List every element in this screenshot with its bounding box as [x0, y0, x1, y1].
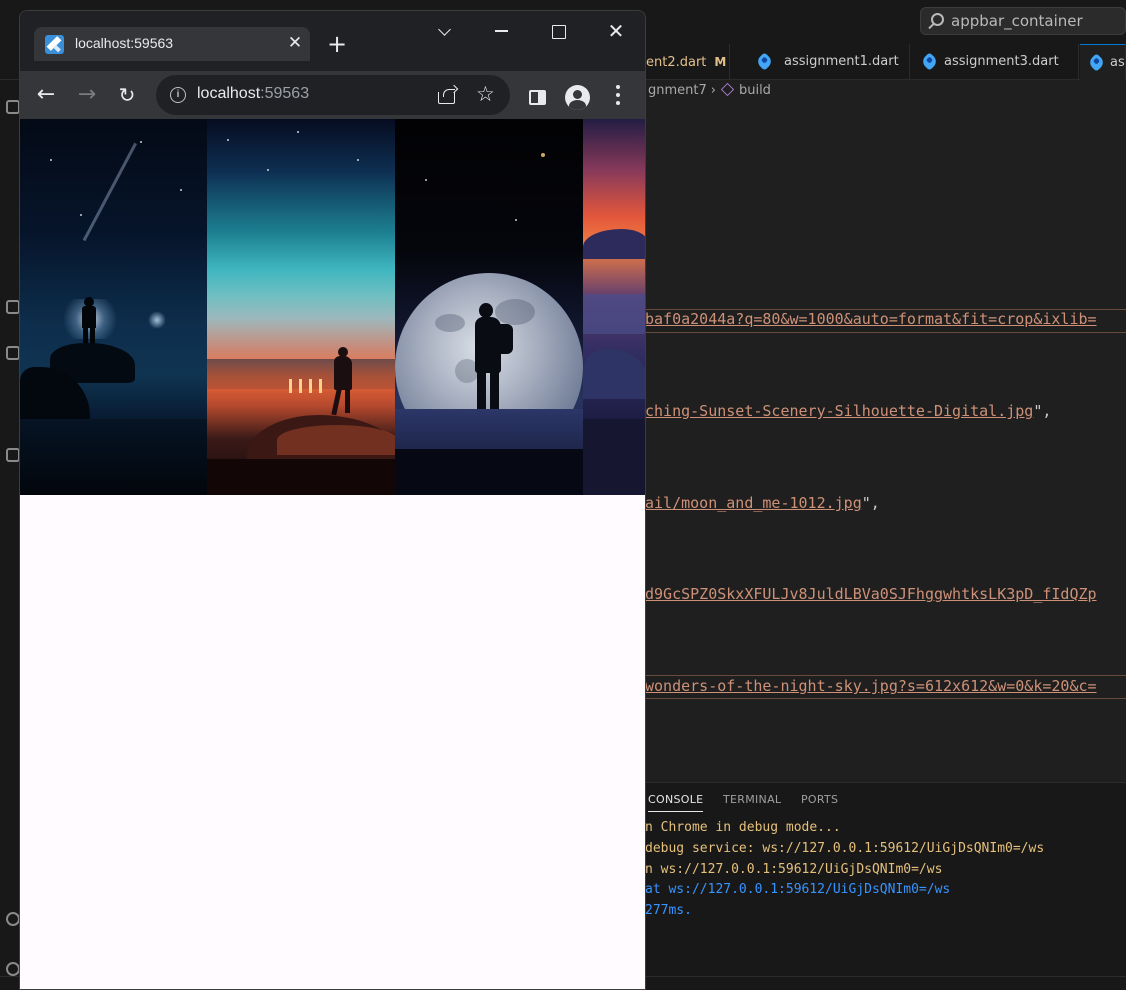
- code-punct: ",: [861, 494, 880, 512]
- tab-label: assignment3.dart: [944, 54, 1059, 69]
- new-tab-button[interactable]: +: [323, 31, 351, 59]
- code-punct: ",: [1033, 402, 1052, 420]
- back-button[interactable]: ←: [31, 80, 61, 110]
- code-string: wonders-of-the-night-sky.jpg?s=612x612&w…: [645, 677, 1097, 695]
- code-line: baf0a2044a?q=80&w=1000&auto=format&fit=c…: [645, 310, 1097, 328]
- account-icon[interactable]: [6, 912, 20, 926]
- method-icon: [720, 82, 735, 97]
- maximize-button[interactable]: [540, 17, 576, 45]
- chevron-down-icon[interactable]: [433, 20, 457, 44]
- settings-gear-icon[interactable]: [6, 962, 20, 976]
- url-port: :59563: [260, 85, 310, 102]
- chevron-right-icon: ›: [710, 83, 716, 98]
- tab-label: assignment1.dart: [784, 54, 899, 69]
- dart-file-icon: [755, 52, 774, 71]
- dart-file-icon: [920, 52, 939, 71]
- side-panel-icon[interactable]: [529, 90, 546, 105]
- more-menu-icon[interactable]: [615, 85, 621, 107]
- console-line: n ws://127.0.0.1:59612/UiGjDsQNIm0=/ws: [645, 862, 943, 877]
- url-host: localhost: [197, 85, 261, 102]
- explorer-icon[interactable]: [6, 100, 20, 114]
- code-line: d9GcSPZ0SkxXFULJv8JuldLBVa0SJFhggwhtksLK…: [645, 585, 1097, 603]
- forward-button[interactable]: →: [72, 80, 102, 110]
- console-line: debug service: ws://127.0.0.1:59612/UiGj…: [645, 841, 1045, 856]
- moon-silhouette-image: [395, 119, 583, 495]
- night-coast-silhouette-image: [20, 119, 207, 495]
- code-string: baf0a2044a?q=80&w=1000&auto=format&fit=c…: [645, 310, 1097, 328]
- breadcrumb-symbol[interactable]: build: [739, 83, 771, 98]
- browser-toolbar: ← → ↻ i localhost:59563 ☆: [20, 71, 645, 119]
- console-line: at ws://127.0.0.1:59612/UiGjDsQNIm0=/ws: [645, 882, 951, 897]
- share-icon[interactable]: [438, 84, 459, 104]
- tab-debug-console[interactable]: CONSOLE: [648, 793, 704, 812]
- minimize-button[interactable]: [484, 17, 520, 45]
- profile-avatar-icon[interactable]: [565, 85, 590, 110]
- reload-button[interactable]: ↻: [112, 80, 142, 110]
- code-line: wonders-of-the-night-sky.jpg?s=612x612&w…: [645, 677, 1097, 695]
- extensions-icon[interactable]: [6, 300, 20, 314]
- bookmark-star-icon[interactable]: ☆: [476, 81, 495, 107]
- search-icon: [931, 13, 944, 26]
- tab-close-icon[interactable]: ✕: [284, 32, 306, 54]
- tab-assignment1[interactable]: assignment1.dart: [740, 44, 910, 80]
- code-string: ail/moon_and_me-1012.jpg: [645, 494, 862, 512]
- sunset-mountains-image: [583, 119, 645, 495]
- console-line: 277ms.: [645, 903, 692, 918]
- console-line: n Chrome in debug mode...: [645, 820, 841, 835]
- tab-ports[interactable]: PORTS: [801, 793, 838, 806]
- info-icon[interactable]: i: [170, 87, 186, 103]
- tab-assignment3[interactable]: assignment3.dart: [911, 44, 1079, 80]
- breadcrumb-file[interactable]: gnment7: [648, 83, 707, 98]
- image-banner: [20, 119, 645, 495]
- modified-badge: M: [714, 55, 727, 69]
- flutter-favicon-icon: [45, 35, 64, 54]
- tab-label: ent2.dart: [646, 55, 707, 70]
- address-bar[interactable]: i localhost:59563 ☆: [156, 75, 510, 115]
- code-line: ching-Sunset-Scenery-Silhouette-Digital.…: [645, 402, 1051, 420]
- code-line: ail/moon_and_me-1012.jpg",: [645, 494, 880, 512]
- remote-icon[interactable]: [6, 448, 20, 462]
- dart-file-icon: [1087, 53, 1106, 72]
- page-viewport: [20, 119, 645, 989]
- command-center-search[interactable]: appbar_container: [920, 7, 1126, 35]
- tab-label: ass: [1110, 55, 1125, 70]
- tab-title: localhost:59563: [75, 35, 174, 51]
- tab-assignment7-active[interactable]: ass: [1080, 44, 1126, 80]
- tab-strip: localhost:59563 ✕ + ✕: [20, 11, 645, 71]
- browser-tab[interactable]: localhost:59563 ✕: [34, 27, 310, 61]
- tab-terminal[interactable]: TERMINAL: [723, 793, 781, 806]
- search-text: appbar_container: [951, 12, 1083, 30]
- window-close-button[interactable]: ✕: [598, 17, 634, 45]
- breadcrumb: gnment7 › build: [600, 80, 1126, 102]
- testing-icon[interactable]: [6, 346, 20, 360]
- code-string: ching-Sunset-Scenery-Silhouette-Digital.…: [645, 402, 1034, 420]
- url-text: localhost:59563: [197, 85, 309, 103]
- bottom-panel: CONSOLE TERMINAL PORTS: [600, 782, 1126, 976]
- chrome-window: localhost:59563 ✕ + ✕ ← → ↻ i localhost:…: [19, 10, 646, 990]
- code-string: d9GcSPZ0SkxXFULJv8JuldLBVa0SJFhggwhtksLK…: [645, 585, 1097, 603]
- sunset-silhouette-image: [207, 119, 395, 495]
